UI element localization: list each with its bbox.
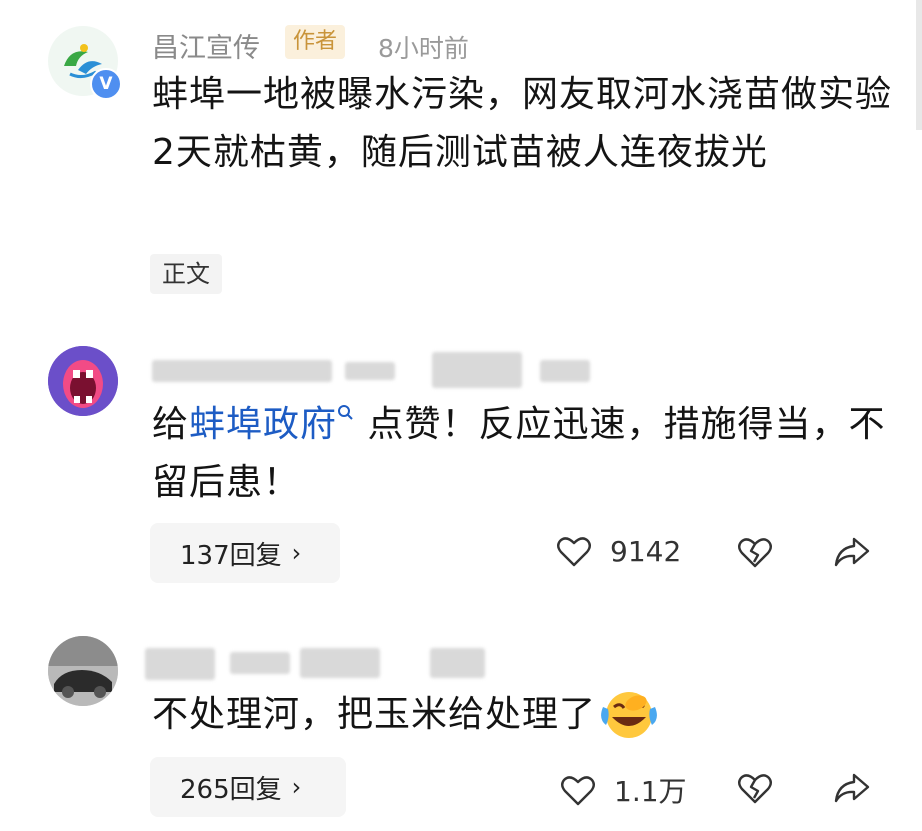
post-time: 8小时前 [378, 34, 469, 63]
comment-avatar[interactable] [48, 346, 118, 416]
chevron-right-icon: › [291, 539, 302, 567]
obscured-location [540, 360, 590, 382]
comment-text-prefix: 给 [152, 404, 190, 445]
avatar-car-photo-icon [48, 636, 118, 706]
post-text: 蚌埠一地被曝水污染，网友取河水浇苗做实验2天就枯黄，随后测试苗被人连夜拔光 [152, 74, 893, 173]
right-edge-strip [916, 0, 922, 130]
comment-avatar[interactable] [48, 636, 118, 706]
comment-text: 给蚌埠政府 点赞！反应迅速，措施得当，不留后患！ [152, 396, 892, 512]
post-tag[interactable]: 正文 [150, 254, 222, 294]
obscured-username-part [345, 362, 395, 380]
like-count: 1.1万 [614, 775, 687, 808]
comment-link[interactable]: 蚌埠政府 [189, 404, 355, 445]
dislike-button[interactable] [736, 770, 774, 810]
comment-text: 不处理河，把玉米给处理了 [152, 686, 892, 744]
share-arrow-icon [834, 773, 870, 803]
obscured-username [145, 648, 215, 680]
obscured-username-part [230, 652, 290, 674]
heart-icon [557, 537, 591, 567]
verified-badge-label: V [99, 74, 113, 94]
comment-text-content: 不处理河，把玉米给处理了 [152, 694, 597, 735]
comment-link-text: 蚌埠政府 [189, 404, 338, 445]
like-count: 9142 [610, 534, 682, 568]
chevron-right-icon: › [291, 773, 302, 801]
post-author-name[interactable]: 昌江宣传 [152, 26, 260, 65]
broken-heart-icon [738, 774, 772, 804]
share-button[interactable] [832, 770, 872, 810]
obscured-time [432, 352, 522, 388]
avatar-face-icon [48, 346, 118, 416]
verified-badge: V [90, 68, 122, 100]
obscured-username-part [300, 648, 380, 678]
share-arrow-icon [834, 537, 870, 567]
obscured-username [152, 360, 332, 382]
reply-count-label: 265回复 [180, 774, 282, 805]
dislike-button[interactable] [736, 534, 774, 574]
author-badge: 作者 [285, 25, 346, 59]
reply-count-label: 137回复 [180, 540, 282, 571]
search-icon [338, 405, 353, 420]
like-button[interactable]: 9142 [556, 534, 681, 568]
laughing-crying-emoji-icon [601, 692, 657, 738]
reply-count-button[interactable]: 265回复 › [150, 757, 346, 817]
heart-icon [561, 776, 595, 806]
like-button[interactable]: 1.1万 [560, 770, 687, 810]
broken-heart-icon [738, 538, 772, 568]
share-button[interactable] [832, 534, 872, 574]
reply-count-button[interactable]: 137回复 › [150, 523, 340, 583]
obscured-time [430, 648, 485, 678]
